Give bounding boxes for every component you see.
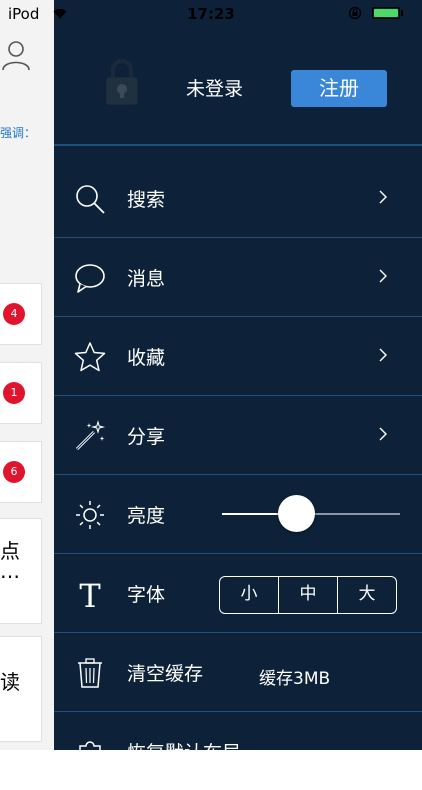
speech-bubble-icon: [75, 264, 105, 293]
chevron-right-icon: [379, 269, 387, 283]
font-size-small[interactable]: 小: [220, 577, 279, 613]
cache-size-label: 缓存3MB: [259, 669, 331, 689]
battery-nub: [401, 10, 403, 16]
trash-icon: [78, 658, 102, 688]
chevron-right-icon: [379, 190, 387, 204]
star-icon: [74, 342, 106, 372]
chevron-right-icon: [379, 427, 387, 441]
side-menu: 未登录 注册 搜索 消息 收藏 分享 亮度 T 字体 小 中 大 清空缓存 缓存…: [54, 0, 422, 767]
unread-badge: 4: [3, 303, 25, 325]
menu-item-label: 字体: [127, 584, 166, 606]
login-status-label[interactable]: 未登录: [186, 74, 243, 101]
unread-badge: 6: [3, 461, 25, 483]
list-item-text: 读: [0, 670, 20, 694]
search-icon: [76, 185, 105, 214]
font-size-large[interactable]: 大: [338, 577, 396, 613]
font-icon: T: [79, 578, 101, 610]
menu-item-brightness: 亮度: [54, 474, 422, 554]
font-size-selector[interactable]: 小 中 大: [219, 576, 397, 614]
menu-item-label: 恢复默认布局: [127, 742, 242, 764]
menu-item-restore-layout[interactable]: 恢复默认布局: [54, 711, 422, 790]
menu-item-messages[interactable]: 消息: [54, 237, 422, 317]
menu-item-label: 搜索: [127, 189, 166, 211]
menu-header: 未登录 注册: [54, 28, 422, 144]
chevron-right-icon: [379, 348, 387, 362]
menu-item-font: T 字体 小 中 大: [54, 553, 422, 633]
menu-item-label: 收藏: [127, 347, 166, 369]
menu-item-label: 消息: [127, 268, 166, 290]
menu-item-search[interactable]: 搜索: [54, 158, 422, 238]
font-size-medium[interactable]: 中: [279, 577, 338, 613]
main-content-peek[interactable]: 强调： 4 1 6 点 … 读: [0, 0, 54, 750]
magic-wand-icon: [75, 420, 106, 451]
list-item[interactable]: 1: [0, 362, 42, 424]
menu-item-clear-cache[interactable]: 清空缓存 缓存3MB: [54, 632, 422, 712]
emphasis-text: 强调：: [0, 126, 37, 140]
list-item[interactable]: 4: [0, 283, 42, 345]
brightness-slider-thumb[interactable]: [278, 495, 316, 532]
list-item[interactable]: 6: [0, 441, 42, 503]
menu-item-label: 分享: [127, 426, 166, 448]
divider: [54, 144, 422, 146]
menu-item-label: 亮度: [127, 505, 166, 527]
status-bar: iPod 17:23: [0, 0, 422, 28]
menu-item-share[interactable]: 分享: [54, 395, 422, 475]
svg-text:T: T: [79, 578, 101, 610]
register-button[interactable]: 注册: [291, 70, 387, 107]
list-item-ellipsis: …: [0, 559, 20, 583]
puzzle-icon: [79, 741, 101, 767]
menu-item-favorites[interactable]: 收藏: [54, 316, 422, 396]
rotation-lock-icon: [348, 6, 362, 20]
battery-icon: [372, 7, 400, 19]
list-item[interactable]: 点 …: [0, 518, 42, 624]
menu-item-label: 清空缓存: [127, 663, 204, 685]
padlock-icon: [106, 59, 138, 105]
unread-badge: 1: [3, 382, 25, 404]
user-icon[interactable]: [2, 40, 30, 70]
list-item[interactable]: 读: [0, 636, 42, 742]
sun-icon: [76, 501, 104, 529]
